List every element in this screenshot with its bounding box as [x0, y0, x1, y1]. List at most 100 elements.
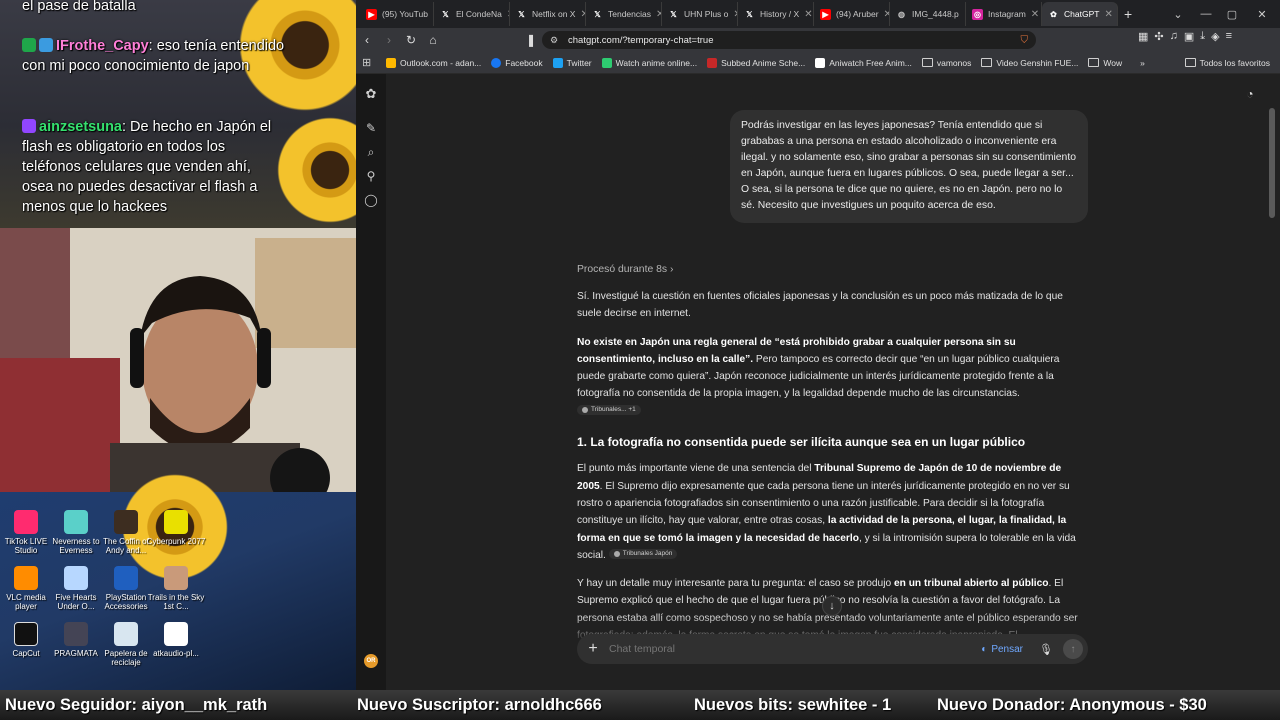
back-icon[interactable]: ‹	[356, 29, 378, 51]
close-icon[interactable]: ✕	[1031, 9, 1039, 20]
bookmarks-overflow-button[interactable]: »	[1140, 58, 1145, 68]
tab-search-icon[interactable]: ⌄	[1164, 0, 1192, 28]
windows-icon	[386, 57, 396, 68]
bookmark-icon[interactable]: ❚	[520, 29, 542, 51]
sidebar-rail: ✿ ✎ ⌕ ⚲ ◯ OR	[356, 74, 386, 690]
tab-youtube[interactable]: ▶(94) Aruber✕	[814, 2, 890, 26]
extensions-area: ▦ ✣ ♫ ▣ ⤓ ◈ ≡	[1138, 30, 1232, 43]
tab-x[interactable]: 𝕏 History / X ✕	[738, 2, 814, 26]
thinking-summary[interactable]: Procesó durante 8s ›	[577, 264, 673, 275]
wallet-icon[interactable]: ▣	[1184, 30, 1194, 43]
music-icon[interactable]: ♫	[1170, 30, 1178, 43]
puzzle-icon[interactable]: ✣	[1154, 30, 1163, 43]
tab-x[interactable]: 𝕏Tendencias✕	[586, 2, 662, 26]
x-icon: 𝕏	[746, 9, 753, 19]
tab-x[interactable]: 𝕏UHN Plus o✕	[662, 2, 738, 26]
chat-bubble-icon[interactable]: ◯	[363, 192, 379, 208]
bookmark-outlook[interactable]: Outlook.com - adan...	[386, 57, 481, 68]
bookmark-aniwatch[interactable]: Aniwatch Free Anim...	[815, 57, 912, 68]
x-icon: 𝕏	[594, 9, 601, 19]
new-chat-icon[interactable]: ✎	[363, 120, 379, 136]
microphone-icon[interactable]: 🎙︎	[1037, 643, 1055, 656]
bookmark-facebook[interactable]: Facebook	[491, 57, 543, 68]
paragraph: No existe en Japón una regla general de …	[577, 336, 1060, 415]
extension-icon[interactable]: ▦	[1138, 30, 1148, 43]
ticker-donation: Nuevo Donador: Anonymous - $30	[937, 695, 1207, 714]
new-tab-button[interactable]: +	[1118, 2, 1144, 26]
composer: + ◐Pensar 🎙︎ ↑	[577, 634, 1088, 664]
pin-icon[interactable]: ⚲	[363, 168, 379, 184]
maximize-button[interactable]: ▢	[1218, 0, 1246, 28]
scrollbar[interactable]	[1269, 74, 1275, 690]
scroll-down-button[interactable]: ↓	[822, 596, 842, 616]
chat-username: IFrothe_Capy	[56, 38, 149, 54]
facebook-icon	[491, 57, 502, 68]
bookmark-subbed-anime[interactable]: Subbed Anime Sche...	[707, 57, 805, 68]
aniwatch-icon	[815, 57, 826, 68]
youtube-icon: ▶	[820, 8, 831, 20]
desktop-icon[interactable]: atkaudio-pl...	[146, 622, 206, 658]
webcam-image	[0, 228, 356, 492]
desktop-icon[interactable]: Trails in the Sky 1st C...	[146, 566, 206, 611]
address-bar[interactable]: ⚙ chatgpt.com/?temporary-chat=true ⛉	[542, 31, 1036, 49]
desktop-icon[interactable]: Cyberpunk 2077	[146, 510, 206, 546]
tab-image[interactable]: ◍IMG_4448.p✕	[890, 2, 966, 26]
folder-icon	[1088, 58, 1100, 67]
add-attachment-icon[interactable]: +	[577, 640, 609, 658]
home-icon[interactable]: ⌂	[422, 29, 444, 51]
folder-icon	[1184, 58, 1196, 67]
tab-youtube[interactable]: ▶(95) YouTub✕	[360, 2, 434, 26]
think-icon: ◐	[981, 643, 988, 655]
avatar[interactable]: OR	[364, 654, 378, 668]
site-info-icon[interactable]: ⚙	[550, 35, 558, 46]
chat-input[interactable]	[609, 643, 982, 655]
chat-message: IFrothe_Capy: eso tenía entendido con mi…	[22, 38, 285, 74]
tab-x[interactable]: 𝕏Netflix on X✕	[510, 2, 586, 26]
chat-message: el pase de batalla	[22, 0, 136, 14]
send-button[interactable]: ↑	[1063, 639, 1083, 659]
think-toggle[interactable]: ◐ Pensar	[981, 644, 1023, 655]
bookmark-folder-vamonos[interactable]: vamonos	[921, 58, 971, 68]
paragraph: El punto más importante viene de una sen…	[577, 463, 1076, 561]
forward-icon[interactable]: ›	[378, 29, 400, 51]
webcam-feed	[0, 228, 356, 492]
all-bookmarks-folder[interactable]: Todos los favoritos	[1184, 58, 1270, 68]
bookmark-folder-wow[interactable]: Wow	[1088, 58, 1122, 68]
chatgpt-logo-icon[interactable]: ✿	[363, 86, 379, 102]
anime-schedule-icon	[707, 57, 718, 68]
scrollbar-thumb[interactable]	[1269, 108, 1275, 218]
close-icon[interactable]: ✕	[1104, 9, 1112, 20]
folder-icon	[921, 58, 933, 67]
tab-chatgpt[interactable]: ✿ ChatGPT ✕	[1042, 2, 1118, 26]
tab-x[interactable]: 𝕏El CondeNa✕	[434, 2, 510, 26]
paragraph: Sí. Investigué la cuestión en fuentes of…	[577, 291, 1063, 320]
bookmark-folder-genshin[interactable]: Video Genshin FUE...	[981, 58, 1078, 68]
x-icon: 𝕏	[670, 9, 677, 19]
instagram-icon: ◎	[972, 8, 983, 20]
desktop-icons: TikTok LIVE Studio Neverness to Everness…	[0, 472, 356, 690]
reload-icon[interactable]: ↻	[400, 29, 422, 51]
citation-chip[interactable]: Tribunales... +1	[577, 404, 641, 415]
download-icon[interactable]: ⤓	[1200, 30, 1205, 43]
bookmark-watch-anime[interactable]: Watch anime online...	[601, 57, 697, 68]
bookmark-twitter[interactable]: Twitter	[552, 57, 592, 68]
minimize-button[interactable]: —	[1192, 0, 1220, 28]
vpn-icon[interactable]: ◈	[1211, 30, 1219, 43]
x-icon: 𝕏	[518, 9, 525, 19]
close-icon[interactable]: ✕	[804, 9, 812, 20]
user-message: Podrás investigar en las leyes japonesas…	[730, 110, 1088, 223]
chatgpt-page: ✿ ✎ ⌕ ⚲ ◯ OR ◔ Podrás investigar en las …	[356, 74, 1280, 690]
folder-icon	[981, 58, 993, 67]
brave-shield-icon[interactable]: ⛉	[1021, 35, 1029, 46]
tab-instagram[interactable]: ◎ Instagram ✕	[966, 2, 1042, 26]
source-icon	[613, 550, 620, 557]
temporary-chat-icon[interactable]: ◔	[1242, 86, 1258, 102]
apps-icon[interactable]: ⊞	[362, 56, 371, 69]
chat-badge-icon	[39, 38, 53, 52]
browser-window: ▶(95) YouTub✕ 𝕏El CondeNa✕ 𝕏Netflix on X…	[356, 0, 1280, 690]
close-window-button[interactable]: ✕	[1248, 0, 1276, 28]
menu-icon[interactable]: ≡	[1226, 30, 1232, 43]
youtube-icon: ▶	[366, 8, 377, 20]
citation-chip[interactable]: Tribunales Japón	[608, 548, 678, 559]
search-icon[interactable]: ⌕	[363, 144, 379, 160]
